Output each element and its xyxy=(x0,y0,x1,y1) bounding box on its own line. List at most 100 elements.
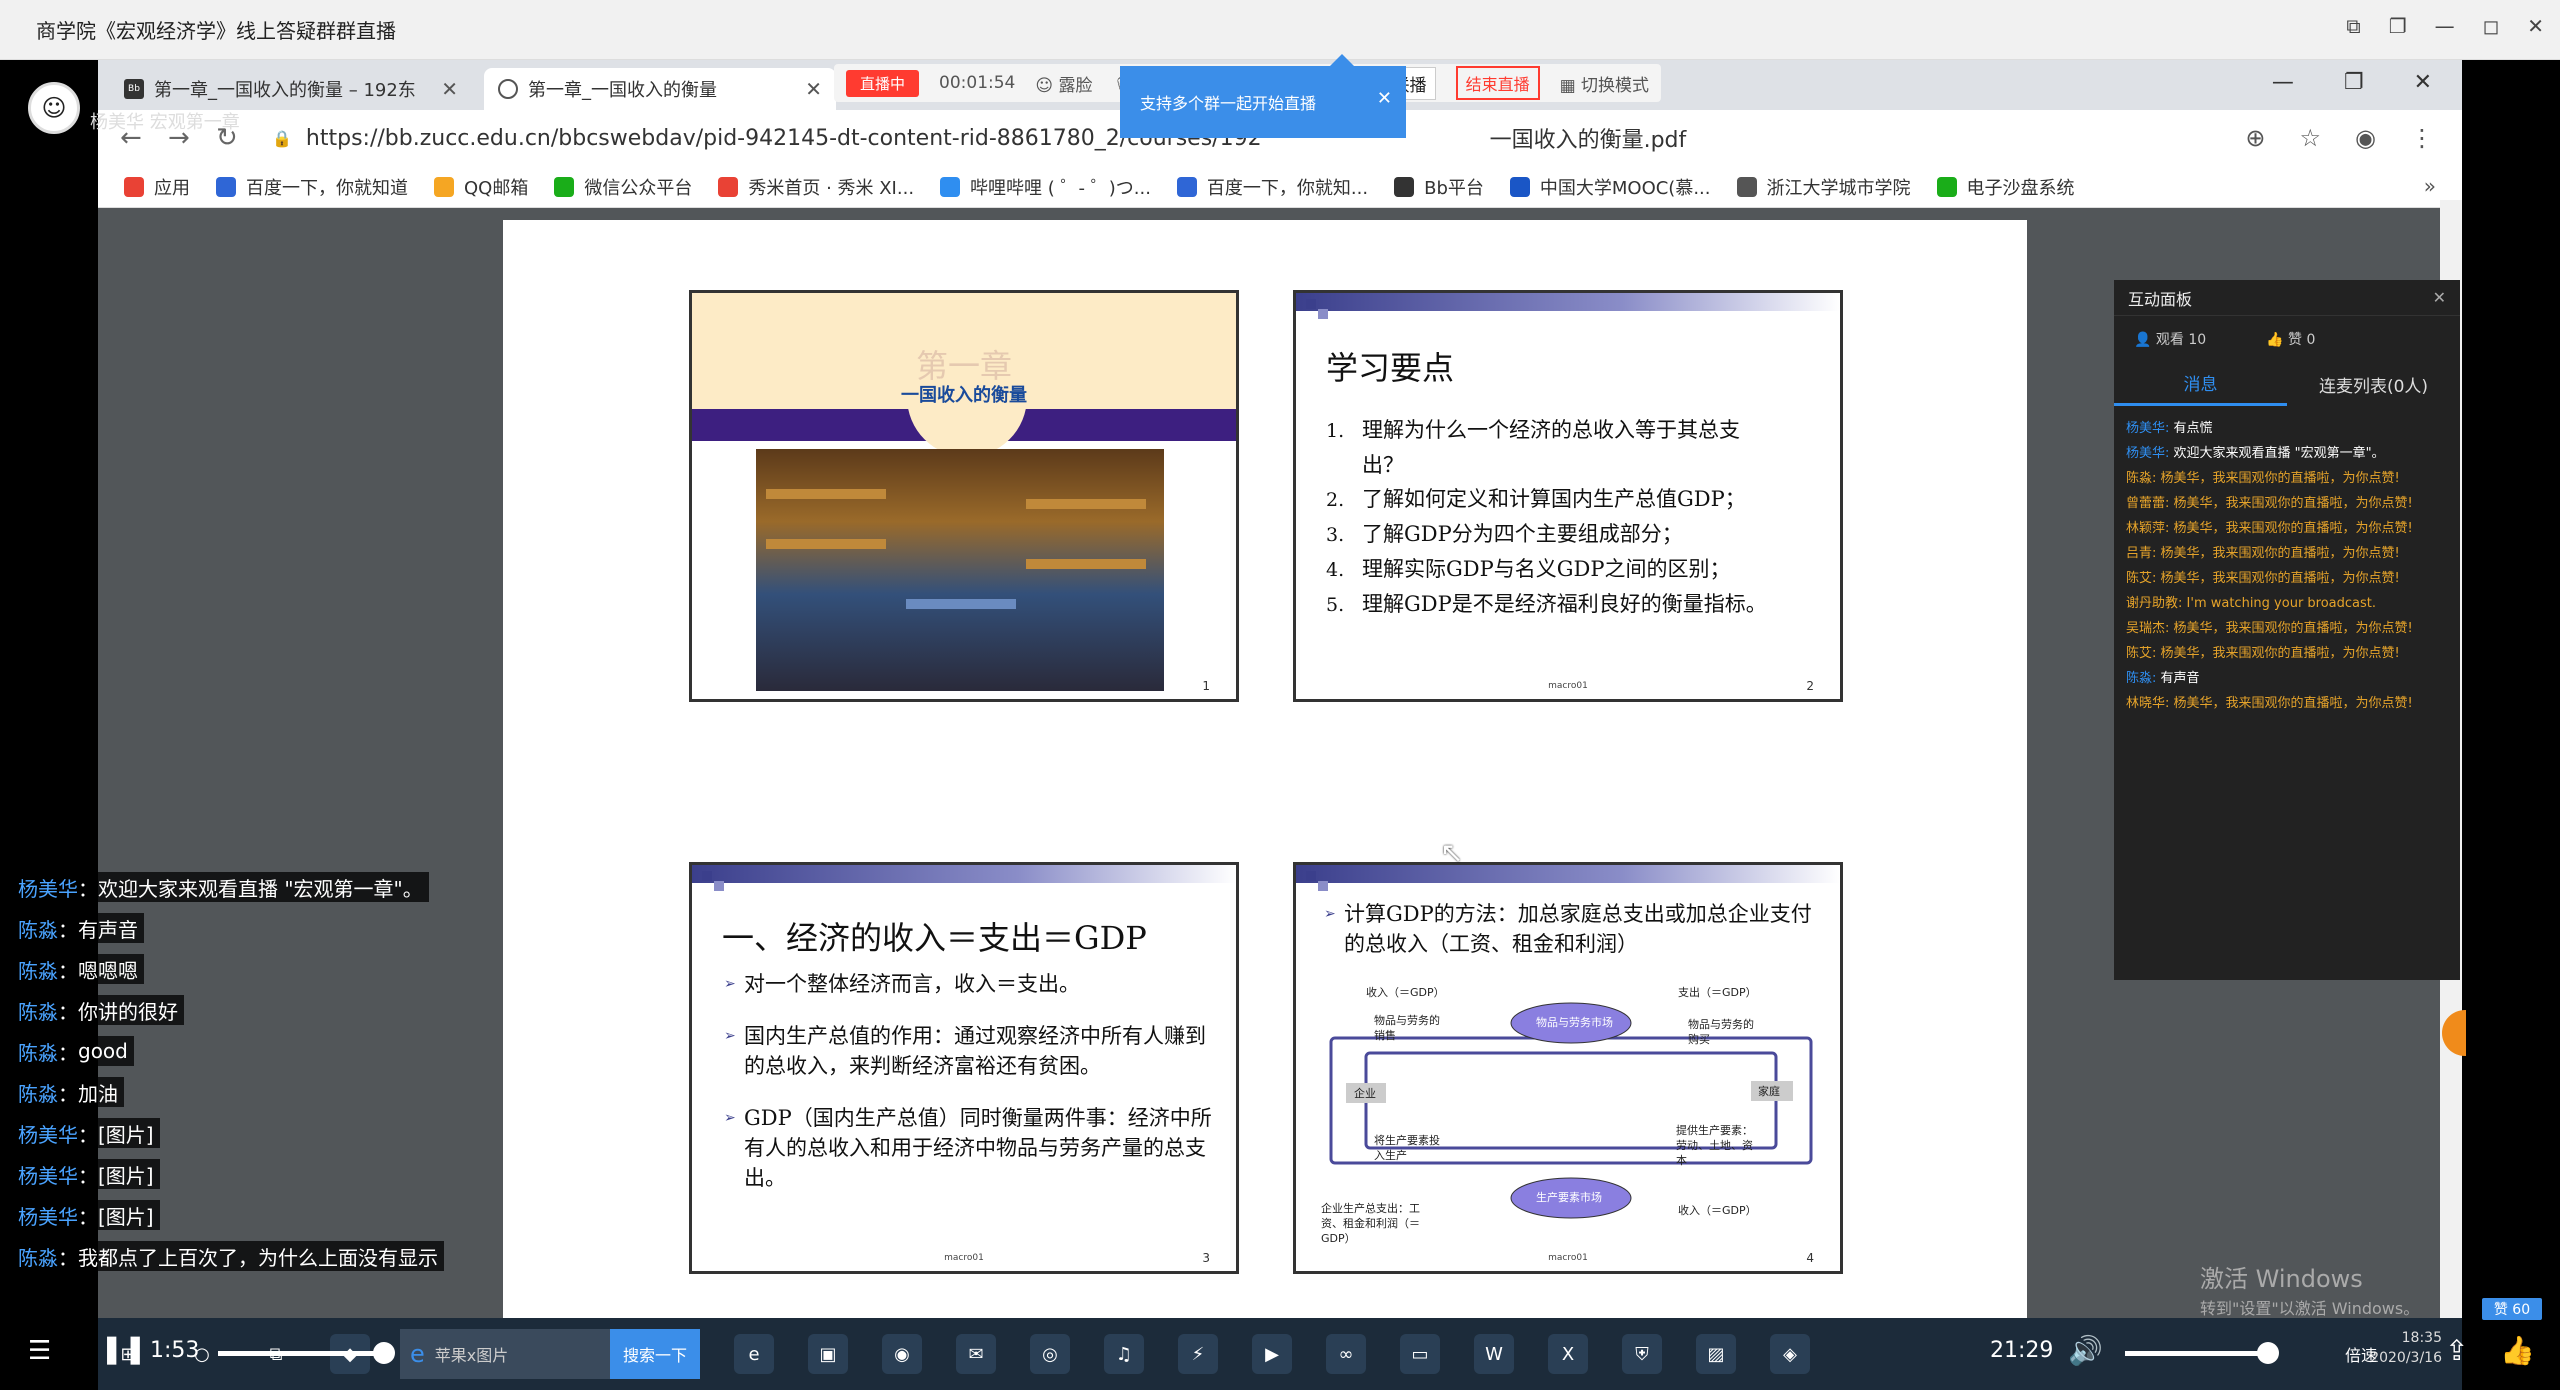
list-item: 陈艾: 杨美华，我来围观你的直播啦，为你点赞! xyxy=(2126,646,2400,661)
url-field[interactable]: 🔒 https://bb.zucc.edu.cn/bbcswebdav/pid-… xyxy=(272,122,1686,154)
clock[interactable]: 18:35 xyxy=(2370,1328,2442,1348)
switch-mode-button[interactable]: ▦ 切换模式 xyxy=(1560,71,1649,96)
viewers-count: 👤 观看 10 xyxy=(2134,332,2207,348)
bookmark-apps[interactable]: 应用 xyxy=(124,174,190,200)
corner-square xyxy=(1306,299,1316,309)
close-icon[interactable]: ✕ xyxy=(2527,14,2544,38)
close-icon[interactable]: ✕ xyxy=(1377,88,1392,109)
infinity-icon[interactable]: ∞ xyxy=(1326,1334,1366,1374)
slide-header-bar xyxy=(1296,865,1840,883)
popout-icon[interactable]: ⧉ xyxy=(2346,14,2360,38)
list-item: 对一个整体经济而言，收入＝支出。 xyxy=(724,969,1214,999)
window-title: 商学院《宏观经济学》线上答疑群群直播 xyxy=(36,19,396,43)
window-controls: ⧉ ❐ — ◻ ✕ xyxy=(2346,14,2544,38)
bookmark-mooc[interactable]: 中国大学MOOC(慕... xyxy=(1509,174,1711,200)
goods-market-label: 物品与劳务市场 xyxy=(1536,1016,1613,1029)
bookmark-wechat[interactable]: 微信公众平台 xyxy=(554,174,692,200)
bookmark-baidu[interactable]: 百度一下，你就知道 xyxy=(216,174,408,200)
camera-button[interactable]: ☺ 露脸 xyxy=(1035,71,1092,96)
panel-title: 互动面板 xyxy=(2128,289,2193,309)
play-store-icon[interactable]: ▶ xyxy=(1252,1334,1292,1374)
bookmark-baidu-2[interactable]: 百度一下，你就知... xyxy=(1176,174,1368,200)
minimize-icon[interactable]: — xyxy=(2435,14,2455,38)
tab-pdf-active[interactable]: 第一章_一国收入的衡量 ✕ xyxy=(484,68,836,110)
search-box[interactable]: e 苹果x图片 搜索一下 xyxy=(400,1329,700,1379)
search-button[interactable]: 搜索一下 xyxy=(610,1329,700,1379)
paw-icon xyxy=(216,176,236,197)
volume-track[interactable] xyxy=(2125,1351,2268,1356)
list-item: 陈淼: 有声音 xyxy=(2126,671,2200,686)
restore-icon[interactable]: ◻ xyxy=(2483,14,2500,38)
anchor-info: ☺ 杨美华 宏观第一章 xyxy=(28,82,240,134)
chat-message: 杨美华： [图片] xyxy=(12,1159,160,1189)
browser-window: Bb 第一章_一国收入的衡量 – 192东 ✕ 第一章_一国收入的衡量 ✕ 直播… xyxy=(98,60,2462,1335)
bookmark-bilibili[interactable]: 哔哩哔哩 ( ゜- ゜)つ... xyxy=(940,174,1151,200)
close-icon[interactable]: ✕ xyxy=(2433,288,2446,307)
volume-icon[interactable]: 🔊 xyxy=(2068,1334,2103,1367)
volume-knob[interactable] xyxy=(2256,1342,2279,1364)
goods-sold-label: 物品与劳务的销售 xyxy=(1374,1014,1440,1042)
tab-mic-list[interactable]: 连麦列表(0人) xyxy=(2287,362,2460,406)
bookmark-bb[interactable]: Bb平台 xyxy=(1394,174,1484,200)
xiumi-icon xyxy=(718,176,739,197)
tab-close-icon[interactable]: ✕ xyxy=(805,77,822,101)
firefox-icon[interactable]: ◉ xyxy=(882,1334,922,1374)
paw-icon xyxy=(1176,176,1197,197)
progress-knob[interactable] xyxy=(372,1342,395,1364)
netease-music-icon[interactable]: ♫ xyxy=(1104,1334,1144,1374)
close-icon[interactable]: ✕ xyxy=(2414,70,2432,95)
ie-icon: e xyxy=(410,1340,425,1368)
chrome-icon[interactable]: ◎ xyxy=(1030,1334,1070,1374)
store-icon[interactable]: ▣ xyxy=(808,1334,848,1374)
edge-icon[interactable]: e xyxy=(734,1334,774,1374)
word-icon[interactable]: W xyxy=(1474,1334,1514,1374)
share-icon[interactable]: ⇪ xyxy=(2445,1334,2468,1367)
list-item: 4. 理解实际GDP与名义GDP之间的区别； xyxy=(1326,557,1731,581)
tab-close-icon[interactable]: ✕ xyxy=(441,77,458,101)
slide-footer: macro01 xyxy=(944,1253,984,1263)
apps-grid-icon xyxy=(124,176,144,197)
chat-message: 陈淼：加油 xyxy=(12,1077,124,1107)
pip-icon[interactable]: ❐ xyxy=(2389,14,2407,38)
chevron-right-icon[interactable]: » xyxy=(2424,174,2436,198)
star-icon[interactable]: ☆ xyxy=(2300,124,2322,152)
more-menu-icon[interactable]: ⋮ xyxy=(2410,124,2434,152)
tab-messages[interactable]: 消息 xyxy=(2114,362,2287,406)
slide-banner-text: 一国收入的衡量 xyxy=(692,293,1236,409)
bookmark-qqmail[interactable]: QQ邮箱 xyxy=(434,174,528,200)
bookmark-xiumi[interactable]: 秀米首页 · 秀米 XI... xyxy=(718,174,914,200)
shelf xyxy=(1026,499,1146,509)
restore-icon[interactable]: ❐ xyxy=(2344,70,2364,95)
shield-icon[interactable]: ⛨ xyxy=(1622,1334,1662,1374)
sandbox-icon xyxy=(1936,176,1957,197)
speed-button[interactable]: 倍速 xyxy=(2345,1342,2377,1366)
folder-icon[interactable]: ▭ xyxy=(1400,1334,1440,1374)
date: 2020/3/16 xyxy=(2370,1350,2442,1366)
bookmark-zucc[interactable]: 浙江大学城市学院 xyxy=(1736,174,1911,200)
corner-square xyxy=(1306,871,1316,881)
dingtalk-icon[interactable]: ◈ xyxy=(1770,1334,1810,1374)
tab-label: 第一章_一国收入的衡量 xyxy=(528,80,717,101)
subtitle-icon[interactable]: ☰ xyxy=(28,1336,51,1366)
spending-label: 支出（＝GDP） xyxy=(1678,986,1757,999)
lightning-icon[interactable]: ⚡ xyxy=(1178,1334,1218,1374)
minimize-icon[interactable]: — xyxy=(2272,70,2294,95)
url-text: https://bb.zucc.edu.cn/bbcswebdav/pid-94… xyxy=(305,125,1262,151)
bookmark-sandbox[interactable]: 电子沙盘系统 xyxy=(1936,174,2075,200)
live-status-badge: 直播中 xyxy=(846,69,920,97)
multi-group-tooltip: 支持多个群一起开始直播 ✕ xyxy=(1120,54,1406,138)
avatar[interactable]: ☺ xyxy=(28,82,80,134)
pause-icon[interactable]: ❚❚ xyxy=(100,1332,147,1365)
photos-icon[interactable]: ▨ xyxy=(1696,1334,1736,1374)
slide-header-bar xyxy=(1296,293,1840,311)
progress-track[interactable] xyxy=(218,1351,384,1356)
end-live-button[interactable]: 结束直播 xyxy=(1455,66,1540,100)
mail-icon[interactable]: ✉ xyxy=(956,1334,996,1374)
excel-icon[interactable]: X xyxy=(1548,1334,1588,1374)
thumbs-up-icon[interactable]: 👍 xyxy=(2500,1334,2535,1367)
zoom-icon[interactable]: ⊕ xyxy=(2245,124,2265,152)
profile-icon[interactable]: ◉ xyxy=(2355,124,2376,152)
chat-message: 陈淼：你讲的很好 xyxy=(12,995,184,1025)
slide-header-bar xyxy=(692,865,1236,883)
page-number: 1 xyxy=(1202,679,1210,693)
